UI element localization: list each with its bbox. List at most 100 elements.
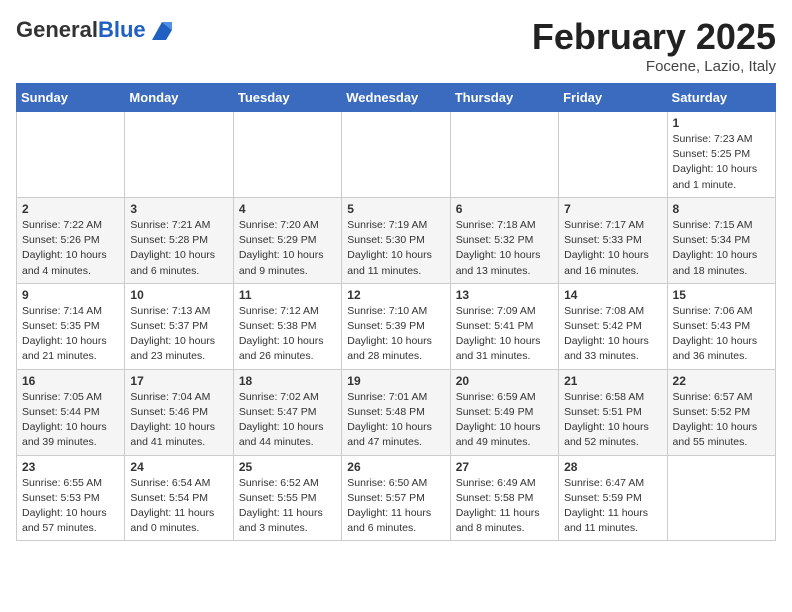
day-info: Sunrise: 6:49 AMSunset: 5:58 PMDaylight:… — [456, 476, 553, 537]
day-info: Sunrise: 6:57 AMSunset: 5:52 PMDaylight:… — [673, 390, 770, 451]
day-info: Sunrise: 7:04 AMSunset: 5:46 PMDaylight:… — [130, 390, 227, 451]
day-number: 5 — [347, 202, 444, 216]
calendar-cell: 11Sunrise: 7:12 AMSunset: 5:38 PMDayligh… — [233, 283, 341, 369]
calendar-cell — [450, 112, 558, 198]
day-number: 6 — [456, 202, 553, 216]
day-number: 3 — [130, 202, 227, 216]
day-number: 24 — [130, 460, 227, 474]
day-number: 19 — [347, 374, 444, 388]
calendar-cell: 26 Sunrise: 6:50 AMSunset: 5:57 PMDayligh… — [342, 455, 450, 541]
day-number: 12 — [347, 288, 444, 302]
title-block: February 2025 Focene, Lazio, Italy — [532, 16, 776, 75]
day-info: Sunrise: 7:02 AMSunset: 5:47 PMDaylight:… — [239, 390, 336, 451]
day-info: Sunrise: 7:23 AMSunset: 5:25 PMDaylight:… — [673, 132, 770, 193]
day-number: 21 — [564, 374, 661, 388]
day-info: Sunrise: 7:05 AMSunset: 5:44 PMDaylight:… — [22, 390, 119, 451]
day-info: Sunrise: 7:14 AMSunset: 5:35 PMDaylight:… — [22, 304, 119, 365]
day-info: Sunrise: 7:21 AMSunset: 5:28 PMDaylight:… — [130, 218, 227, 279]
day-number: 25 — [239, 460, 336, 474]
calendar-week-row: 23 Sunrise: 6:55 AMSunset: 5:53 PMDayligh… — [17, 455, 776, 541]
day-info: Sunrise: 7:18 AMSunset: 5:32 PMDaylight:… — [456, 218, 553, 279]
calendar-cell — [342, 112, 450, 198]
calendar-cell: 1 Sunrise: 7:23 AMSunset: 5:25 PMDaylight… — [667, 112, 775, 198]
weekday-header: Monday — [125, 84, 233, 112]
day-number: 2 — [22, 202, 119, 216]
day-info: Sunrise: 6:50 AMSunset: 5:57 PMDaylight:… — [347, 476, 444, 537]
weekday-header: Tuesday — [233, 84, 341, 112]
calendar-cell: 19 Sunrise: 7:01 AMSunset: 5:48 PMDayligh… — [342, 369, 450, 455]
weekday-header: Thursday — [450, 84, 558, 112]
day-info: Sunrise: 6:47 AMSunset: 5:59 PMDaylight:… — [564, 476, 661, 537]
calendar-cell: 16Sunrise: 7:05 AMSunset: 5:44 PMDayligh… — [17, 369, 125, 455]
calendar-cell — [667, 455, 775, 541]
day-number: 11 — [239, 288, 336, 302]
day-info: Sunrise: 7:20 AMSunset: 5:29 PMDaylight:… — [239, 218, 336, 279]
day-info: Sunrise: 7:01 AMSunset: 5:48 PMDaylight:… — [347, 390, 444, 451]
calendar-cell: 18Sunrise: 7:02 AMSunset: 5:47 PMDayligh… — [233, 369, 341, 455]
calendar-week-row: 2 Sunrise: 7:22 AMSunset: 5:26 PMDaylight… — [17, 197, 776, 283]
day-number: 7 — [564, 202, 661, 216]
calendar-cell — [125, 112, 233, 198]
day-info: Sunrise: 7:15 AMSunset: 5:34 PMDaylight:… — [673, 218, 770, 279]
day-info: Sunrise: 7:06 AMSunset: 5:43 PMDaylight:… — [673, 304, 770, 365]
day-number: 15 — [673, 288, 770, 302]
weekday-header-row: SundayMondayTuesdayWednesdayThursdayFrid… — [17, 84, 776, 112]
day-info: Sunrise: 6:52 AMSunset: 5:55 PMDaylight:… — [239, 476, 336, 537]
day-number: 4 — [239, 202, 336, 216]
calendar-cell: 8 Sunrise: 7:15 AMSunset: 5:34 PMDaylight… — [667, 197, 775, 283]
calendar-cell: 25 Sunrise: 6:52 AMSunset: 5:55 PMDayligh… — [233, 455, 341, 541]
logo-general: GeneralBlue — [16, 18, 146, 42]
day-info: Sunrise: 7:08 AMSunset: 5:42 PMDaylight:… — [564, 304, 661, 365]
day-info: Sunrise: 6:55 AMSunset: 5:53 PMDaylight:… — [22, 476, 119, 537]
day-number: 28 — [564, 460, 661, 474]
calendar-cell — [233, 112, 341, 198]
calendar-cell — [17, 112, 125, 198]
day-number: 1 — [673, 116, 770, 130]
day-number: 10 — [130, 288, 227, 302]
calendar-cell: 22 Sunrise: 6:57 AMSunset: 5:52 PMDayligh… — [667, 369, 775, 455]
calendar-week-row: 1 Sunrise: 7:23 AMSunset: 5:25 PMDaylight… — [17, 112, 776, 198]
calendar-cell: 10 Sunrise: 7:13 AMSunset: 5:37 PMDayligh… — [125, 283, 233, 369]
day-info: Sunrise: 7:10 AMSunset: 5:39 PMDaylight:… — [347, 304, 444, 365]
calendar-cell: 13 Sunrise: 7:09 AMSunset: 5:41 PMDayligh… — [450, 283, 558, 369]
calendar-cell: 24 Sunrise: 6:54 AMSunset: 5:54 PMDayligh… — [125, 455, 233, 541]
weekday-header: Saturday — [667, 84, 775, 112]
calendar-cell: 7Sunrise: 7:17 AMSunset: 5:33 PMDaylight… — [559, 197, 667, 283]
calendar-table: SundayMondayTuesdayWednesdayThursdayFrid… — [16, 83, 776, 541]
day-number: 26 — [347, 460, 444, 474]
location: Focene, Lazio, Italy — [532, 58, 776, 75]
month-title: February 2025 — [532, 16, 776, 58]
day-number: 9 — [22, 288, 119, 302]
day-info: Sunrise: 6:58 AMSunset: 5:51 PMDaylight:… — [564, 390, 661, 451]
logo: GeneralBlue — [16, 16, 176, 44]
day-number: 17 — [130, 374, 227, 388]
page-header: GeneralBlue February 2025 Focene, Lazio,… — [16, 16, 776, 75]
calendar-cell: 15 Sunrise: 7:06 AMSunset: 5:43 PMDayligh… — [667, 283, 775, 369]
day-info: Sunrise: 7:19 AMSunset: 5:30 PMDaylight:… — [347, 218, 444, 279]
calendar-cell: 27 Sunrise: 6:49 AMSunset: 5:58 PMDayligh… — [450, 455, 558, 541]
calendar-cell: 2 Sunrise: 7:22 AMSunset: 5:26 PMDaylight… — [17, 197, 125, 283]
calendar-cell: 3 Sunrise: 7:21 AMSunset: 5:28 PMDaylight… — [125, 197, 233, 283]
day-number: 13 — [456, 288, 553, 302]
day-info: Sunrise: 6:59 AMSunset: 5:49 PMDaylight:… — [456, 390, 553, 451]
calendar-cell: 5 Sunrise: 7:19 AMSunset: 5:30 PMDaylight… — [342, 197, 450, 283]
calendar-cell: 28 Sunrise: 6:47 AMSunset: 5:59 PMDayligh… — [559, 455, 667, 541]
day-info: Sunrise: 6:54 AMSunset: 5:54 PMDaylight:… — [130, 476, 227, 537]
calendar-cell: 20 Sunrise: 6:59 AMSunset: 5:49 PMDayligh… — [450, 369, 558, 455]
day-number: 20 — [456, 374, 553, 388]
weekday-header: Sunday — [17, 84, 125, 112]
day-info: Sunrise: 7:13 AMSunset: 5:37 PMDaylight:… — [130, 304, 227, 365]
day-number: 8 — [673, 202, 770, 216]
day-info: Sunrise: 7:22 AMSunset: 5:26 PMDaylight:… — [22, 218, 119, 279]
day-number: 23 — [22, 460, 119, 474]
calendar-cell: 21 Sunrise: 6:58 AMSunset: 5:51 PMDayligh… — [559, 369, 667, 455]
calendar-cell: 6 Sunrise: 7:18 AMSunset: 5:32 PMDaylight… — [450, 197, 558, 283]
calendar-cell: 23 Sunrise: 6:55 AMSunset: 5:53 PMDayligh… — [17, 455, 125, 541]
day-info: Sunrise: 7:09 AMSunset: 5:41 PMDaylight:… — [456, 304, 553, 365]
calendar-cell: 4 Sunrise: 7:20 AMSunset: 5:29 PMDaylight… — [233, 197, 341, 283]
calendar-cell: 9 Sunrise: 7:14 AMSunset: 5:35 PMDaylight… — [17, 283, 125, 369]
day-number: 22 — [673, 374, 770, 388]
day-number: 27 — [456, 460, 553, 474]
calendar-week-row: 9 Sunrise: 7:14 AMSunset: 5:35 PMDaylight… — [17, 283, 776, 369]
calendar-week-row: 16Sunrise: 7:05 AMSunset: 5:44 PMDayligh… — [17, 369, 776, 455]
